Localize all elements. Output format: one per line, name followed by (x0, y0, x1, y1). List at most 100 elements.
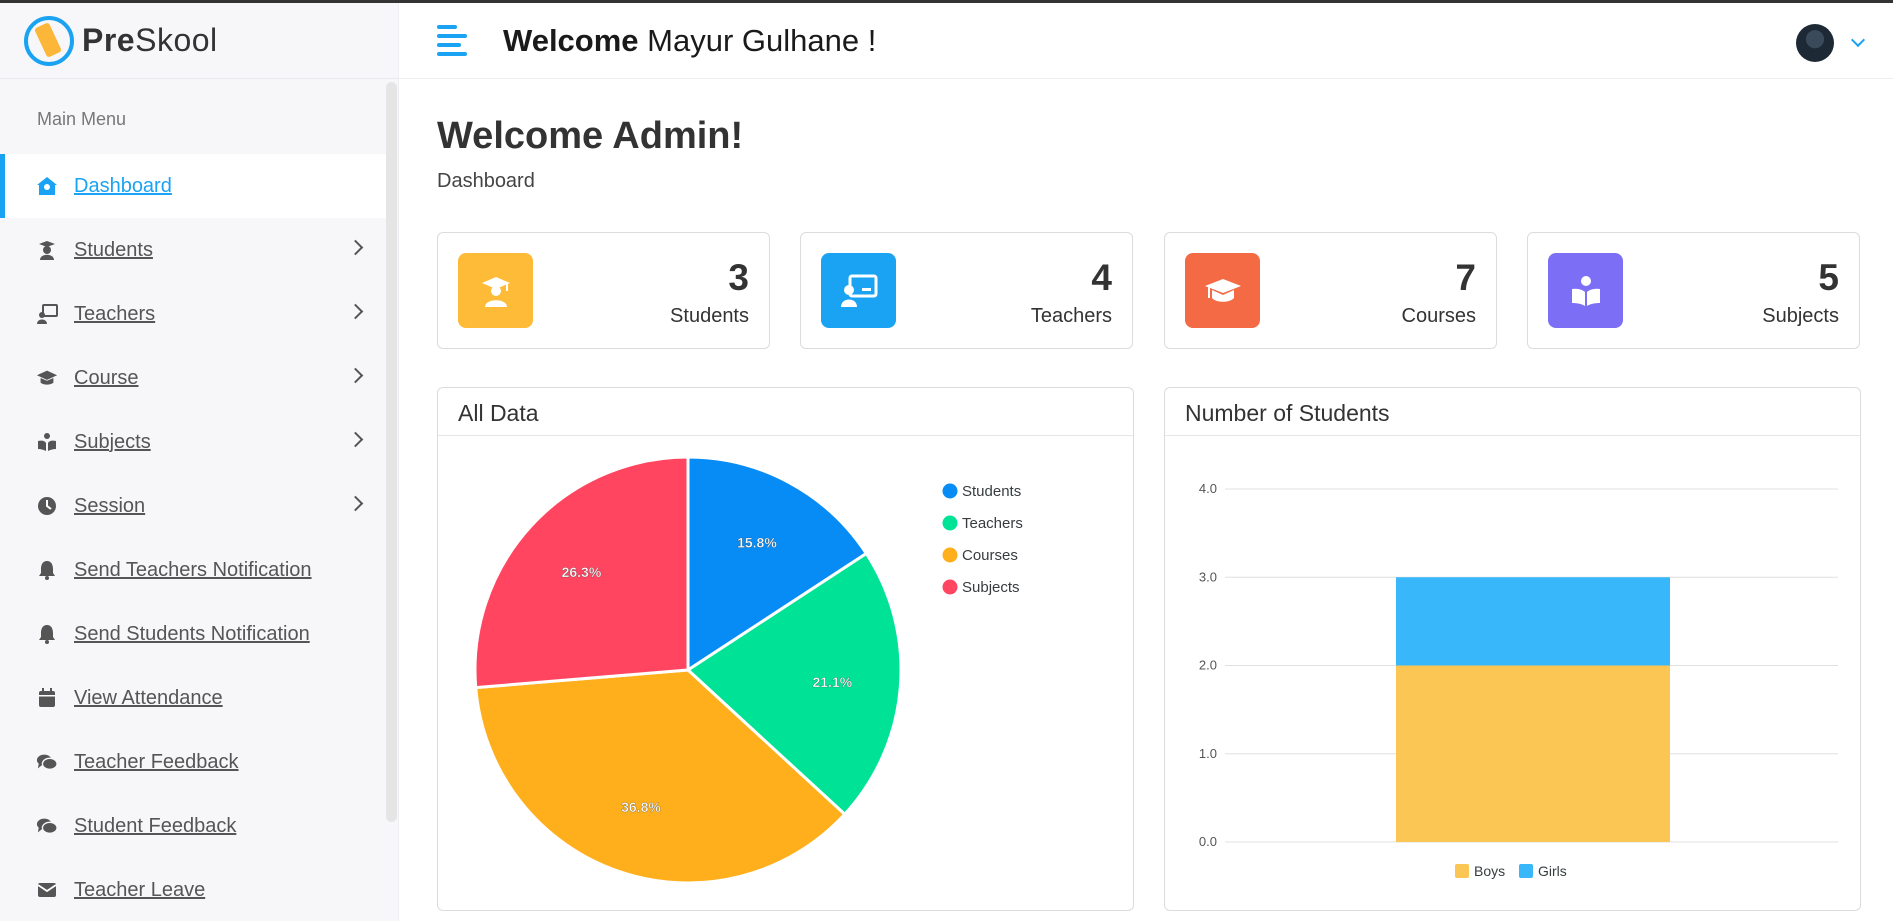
sidebar-item-label: Teacher Feedback (74, 750, 239, 773)
stat-label: Subjects (1762, 305, 1839, 327)
sidebar-item-teacher-feedback[interactable]: Teacher Feedback (0, 730, 398, 794)
sidebar-item-label: View Attendance (74, 686, 223, 709)
stat-label: Courses (1401, 305, 1476, 327)
menu-title: Main Menu (37, 109, 127, 129)
chevron-down-icon[interactable] (1850, 32, 1866, 48)
bar-segment-boys[interactable] (1396, 665, 1670, 843)
graduate-icon (458, 253, 533, 328)
legend-marker (942, 547, 958, 563)
all-data-card: All Data 15.8% 21.1% 36.8% 26.3% Students Tea… (437, 387, 1134, 911)
sidebar-item-label: Send Teachers Notification (74, 558, 312, 581)
teacher-icon (36, 303, 58, 325)
sidebar-item-label: Teacher Leave (74, 878, 206, 901)
stat-label: Teachers (1030, 305, 1112, 327)
legend-label-teachers[interactable]: Teachers (962, 515, 1023, 532)
y-tick-label: 0.0 (1199, 834, 1217, 849)
stat-value: 5 (1818, 257, 1839, 298)
sidebar-item-send-teachers-notification[interactable]: Send Teachers Notification (0, 538, 398, 602)
stat-card-subjects: 5 Subjects (1527, 232, 1860, 349)
chevron-right-icon[interactable] (347, 495, 364, 512)
legend-label-courses[interactable]: Courses (962, 547, 1018, 564)
book-reader-icon (1548, 253, 1623, 328)
graduation-cap-icon (1185, 253, 1260, 328)
graduation-cap-icon (36, 367, 58, 389)
legend-marker (1519, 864, 1533, 878)
legend-marker (1455, 864, 1469, 878)
student-icon (36, 239, 58, 261)
y-tick-label: 3.0 (1199, 569, 1217, 584)
bell-icon (36, 623, 58, 645)
sidebar-item-label: Course (74, 366, 139, 389)
sidebar-item-students[interactable]: Students (0, 218, 398, 282)
y-tick-label: 1.0 (1199, 746, 1217, 761)
legend-marker (942, 579, 958, 595)
sidebar-item-subjects[interactable]: Subjects (0, 410, 398, 474)
bell-icon (36, 559, 58, 581)
logo-icon (24, 15, 74, 66)
stat-value: 3 (728, 257, 749, 298)
sidebar-item-label: Session (74, 494, 146, 517)
comments-icon (36, 751, 58, 773)
card-title: Number of Students (1165, 388, 1860, 436)
sidebar-item-course[interactable]: Course (0, 346, 398, 410)
y-tick-label: 2.0 (1199, 658, 1217, 673)
stat-value: 7 (1455, 257, 1476, 298)
sidebar-item-label: Send Students Notification (74, 622, 310, 645)
legend-label-girls[interactable]: Girls (1538, 863, 1567, 879)
pie-percent-label: 36.8% (621, 799, 661, 815)
sidebar-item-label: Subjects (74, 430, 151, 453)
sidebar-item-view-attendance[interactable]: View Attendance (0, 666, 398, 730)
sidebar-scrollbar[interactable] (386, 82, 397, 822)
pie-chart: 15.8% 21.1% 36.8% 26.3% Students Teachers Cour… (473, 455, 1023, 885)
sidebar-item-label: Teachers (74, 302, 156, 325)
top-header: Welcome Mayur Gulhane ! (399, 3, 1893, 79)
logo-text: PreSkool (82, 22, 218, 58)
pie-percent-label: 15.8% (737, 535, 777, 551)
breadcrumb: Dashboard (437, 170, 535, 192)
chevron-right-icon[interactable] (347, 239, 364, 256)
sidebar-item-session[interactable]: Session (0, 474, 398, 538)
stat-label: Students (670, 305, 749, 327)
sidebar-item-label: Dashboard (74, 174, 172, 197)
pie-percent-label: 26.3% (562, 564, 602, 580)
chevron-right-icon[interactable] (347, 303, 364, 320)
stacked-bar-chart: 0.0 1.0 2.0 3.0 4.0 Boys Girls (1199, 481, 1838, 879)
sidebar-item-dashboard[interactable]: Dashboard (0, 154, 387, 218)
calendar-icon (36, 687, 58, 709)
user-avatar[interactable] (1796, 24, 1834, 62)
sidebar-item-student-feedback[interactable]: Student Feedback (0, 794, 398, 858)
legend-marker (942, 483, 958, 499)
welcome-message: Welcome Mayur Gulhane ! (503, 23, 877, 58)
menu-toggle-icon[interactable] (437, 25, 467, 57)
book-reader-icon (36, 431, 58, 453)
chevron-right-icon[interactable] (347, 367, 364, 384)
clock-icon (36, 495, 58, 517)
pie-percent-label: 21.1% (812, 674, 852, 690)
comments-icon (36, 815, 58, 837)
sidebar-item-label: Student Feedback (74, 814, 237, 837)
sidebar-item-teacher-leave[interactable]: Teacher Leave (0, 858, 398, 921)
legend-marker (942, 515, 958, 531)
sidebar-item-label: Students (74, 238, 153, 261)
teacher-board-icon (821, 253, 896, 328)
stat-card-students: 3 Students (437, 232, 770, 349)
chevron-right-icon[interactable] (347, 431, 364, 448)
legend-label-boys[interactable]: Boys (1474, 863, 1505, 879)
sidebar-menu: Dashboard Students Teachers Course Subjects S… (0, 154, 398, 921)
page-title: Welcome Admin! (437, 115, 744, 157)
legend-label-subjects[interactable]: Subjects (962, 579, 1020, 596)
number-of-students-card: Number of Students 0.0 1.0 2.0 3.0 4.0 Boys Gi… (1164, 387, 1861, 911)
sidebar-item-teachers[interactable]: Teachers (0, 282, 398, 346)
sidebar: PreSkool Main Menu Dashboard Students Teac… (0, 3, 399, 921)
stat-value: 4 (1091, 257, 1112, 298)
stat-card-teachers: 4 Teachers (800, 232, 1133, 349)
sidebar-item-send-students-notification[interactable]: Send Students Notification (0, 602, 398, 666)
envelope-icon (36, 879, 58, 901)
card-title: All Data (438, 388, 1133, 436)
home-icon (36, 175, 58, 197)
bar-segment-girls[interactable] (1396, 577, 1670, 666)
y-tick-label: 4.0 (1199, 481, 1217, 496)
stat-card-courses: 7 Courses (1164, 232, 1497, 349)
legend-label-students[interactable]: Students (962, 483, 1021, 500)
logo[interactable]: PreSkool (0, 3, 398, 79)
